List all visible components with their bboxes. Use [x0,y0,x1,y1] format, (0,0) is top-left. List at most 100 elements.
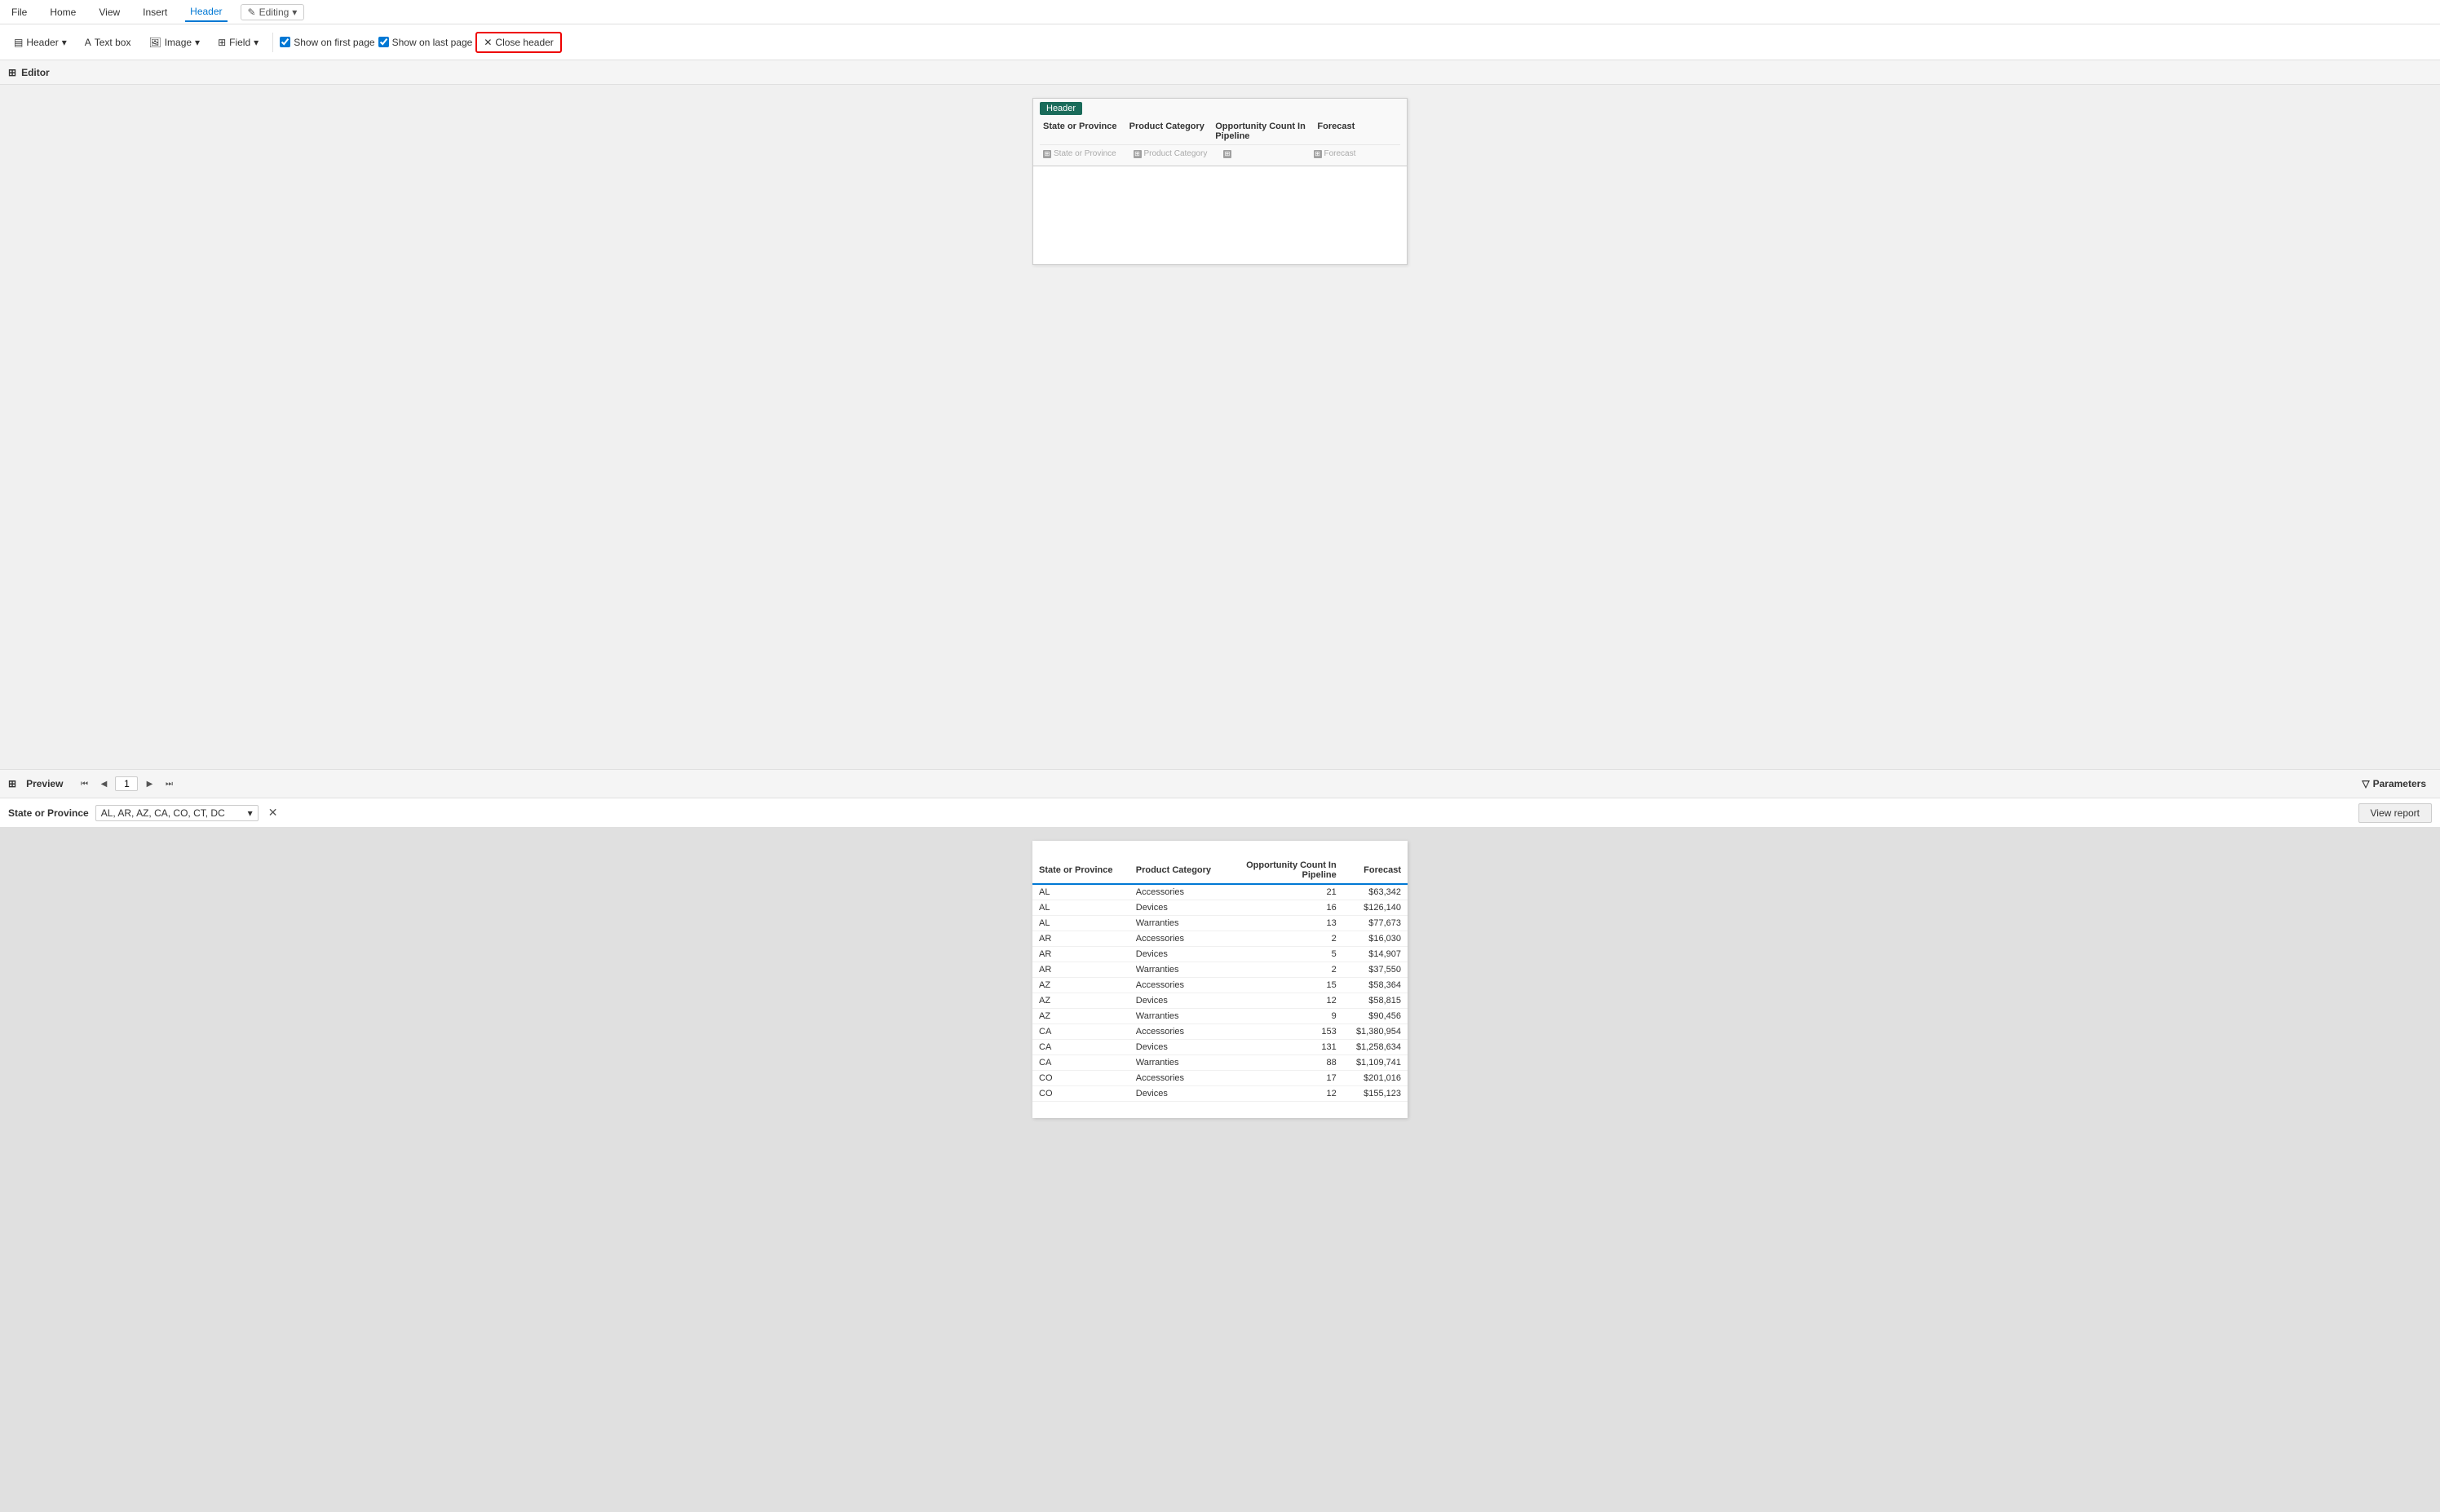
table-cell: $201,016 [1343,1071,1408,1086]
state-field-icon: ⊞ [1043,150,1051,158]
image-button[interactable]: 🖼 Image ▾ [141,33,207,52]
table-cell: 88 [1228,1055,1343,1071]
table-cell: Accessories [1129,978,1228,993]
param-chevron-icon: ▾ [248,807,253,819]
table-row: ARDevices5$14,907 [1032,947,1408,962]
table-cell: AR [1032,931,1129,947]
table-cell: Accessories [1129,1024,1228,1040]
table-row: CAWarranties88$1,109,741 [1032,1055,1408,1071]
preview-report: State or Province Product Category Oppor… [1032,841,1408,1118]
param-value-select[interactable]: AL, AR, AZ, CA, CO, CT, DC ▾ [95,805,259,821]
table-cell: CO [1032,1071,1129,1086]
th-opportunity: Opportunity Count InPipeline [1228,857,1343,884]
table-cell: 9 [1228,1009,1343,1024]
header-button[interactable]: ▤ Header ▾ [7,33,74,52]
param-clear-button[interactable]: ✕ [268,806,278,820]
textbox-button[interactable]: A Text box [77,33,139,52]
show-last-checkbox-input[interactable] [378,37,389,47]
data-cell-state: ⊞ State or Province [1040,148,1130,160]
table-row: ARWarranties2$37,550 [1032,962,1408,978]
table-cell: Devices [1129,1040,1228,1055]
field-button[interactable]: ⊞ Field ▾ [210,33,266,52]
preview-nav: ⏮ ◀ 1 ▶ ⏭ [76,776,177,792]
close-header-label: Close header [495,37,553,48]
image-chevron-icon: ▾ [195,37,200,48]
table-cell: $1,258,634 [1343,1040,1408,1055]
product-placeholder: Product Category [1144,149,1208,158]
table-cell: Devices [1129,993,1228,1009]
preview-right-handle[interactable] [2435,0,2440,1512]
show-first-checkbox-input[interactable] [280,37,290,47]
field-chevron-icon: ▾ [254,37,259,48]
table-cell: AL [1032,884,1129,900]
table-cell: AZ [1032,993,1129,1009]
menu-file[interactable]: File [7,3,32,21]
image-btn-label: Image [165,37,192,48]
close-header-x-icon: ✕ [484,37,492,48]
table-cell: Devices [1129,900,1228,916]
table-cell: AZ [1032,978,1129,993]
table-cell: 12 [1228,1086,1343,1102]
page-number-input[interactable]: 1 [115,776,138,791]
table-cell: CO [1032,1086,1129,1102]
app-layout: File Home View Insert Header ✎ Editing ▾… [0,0,2440,1512]
menu-header[interactable]: Header [185,2,227,22]
menu-home[interactable]: Home [45,3,81,21]
view-report-button[interactable]: View report [2358,803,2432,823]
table-cell: 131 [1228,1040,1343,1055]
report-canvas: Header State or Province Product Categor… [1032,98,1408,265]
editor-label: Editor [21,67,50,78]
preview-bar: ⊞ Preview ⏮ ◀ 1 ▶ ⏭ ▽ Parameters [0,769,2440,798]
menu-insert[interactable]: Insert [138,3,172,21]
table-cell: AR [1032,947,1129,962]
preview-label: Preview [26,778,63,789]
state-placeholder: State or Province [1054,149,1116,158]
filter-icon: ▽ [2362,778,2369,789]
show-first-page-checkbox[interactable]: Show on first page [280,37,374,48]
ribbon-separator-1 [272,33,273,52]
data-cell-product: ⊞ Product Category [1130,148,1221,160]
table-row: ARAccessories2$16,030 [1032,931,1408,947]
table-cell: 16 [1228,900,1343,916]
table-cell: Accessories [1129,931,1228,947]
th-state: State or Province [1032,857,1129,884]
header-region[interactable]: Header State or Province Product Categor… [1033,99,1407,166]
table-cell: CA [1032,1040,1129,1055]
table-cell: $77,673 [1343,916,1408,931]
body-region[interactable] [1033,166,1407,264]
table-cell: 12 [1228,993,1343,1009]
forecast-placeholder: Forecast [1324,149,1356,158]
table-cell: AL [1032,900,1129,916]
show-last-page-checkbox[interactable]: Show on last page [378,37,473,48]
editing-icon: ✎ [248,7,256,18]
table-cell: CA [1032,1055,1129,1071]
table-cell: Warranties [1129,1055,1228,1071]
parameters-button[interactable]: ▽ Parameters [2356,776,2432,792]
editing-badge[interactable]: ✎ Editing ▾ [241,4,305,20]
table-cell: Accessories [1129,1071,1228,1086]
table-cell: 2 [1228,962,1343,978]
first-page-button[interactable]: ⏮ [76,776,92,792]
header-chevron-icon: ▾ [62,37,67,48]
table-row: AZWarranties9$90,456 [1032,1009,1408,1024]
table-row: ALDevices16$126,140 [1032,900,1408,916]
table-cell: 15 [1228,978,1343,993]
table-cell: 2 [1228,931,1343,947]
last-page-button[interactable]: ⏭ [161,776,177,792]
table-row: COAccessories17$201,016 [1032,1071,1408,1086]
menu-view[interactable]: View [94,3,125,21]
table-cell: Warranties [1129,916,1228,931]
table-cell: $16,030 [1343,931,1408,947]
prev-page-button[interactable]: ◀ [95,776,112,792]
header-badge: Header [1040,102,1082,115]
close-header-button[interactable]: ✕ Close header [475,32,561,53]
next-page-button[interactable]: ▶ [141,776,157,792]
table-cell: AZ [1032,1009,1129,1024]
table-cell: Devices [1129,1086,1228,1102]
table-header-row: State or Province Product Category Oppor… [1032,857,1408,884]
table-row: ALWarranties13$77,673 [1032,916,1408,931]
table-cell: $155,123 [1343,1086,1408,1102]
editor-label-bar: ⊞ Editor [0,60,2440,85]
table-cell: Devices [1129,947,1228,962]
table-row: CAAccessories153$1,380,954 [1032,1024,1408,1040]
